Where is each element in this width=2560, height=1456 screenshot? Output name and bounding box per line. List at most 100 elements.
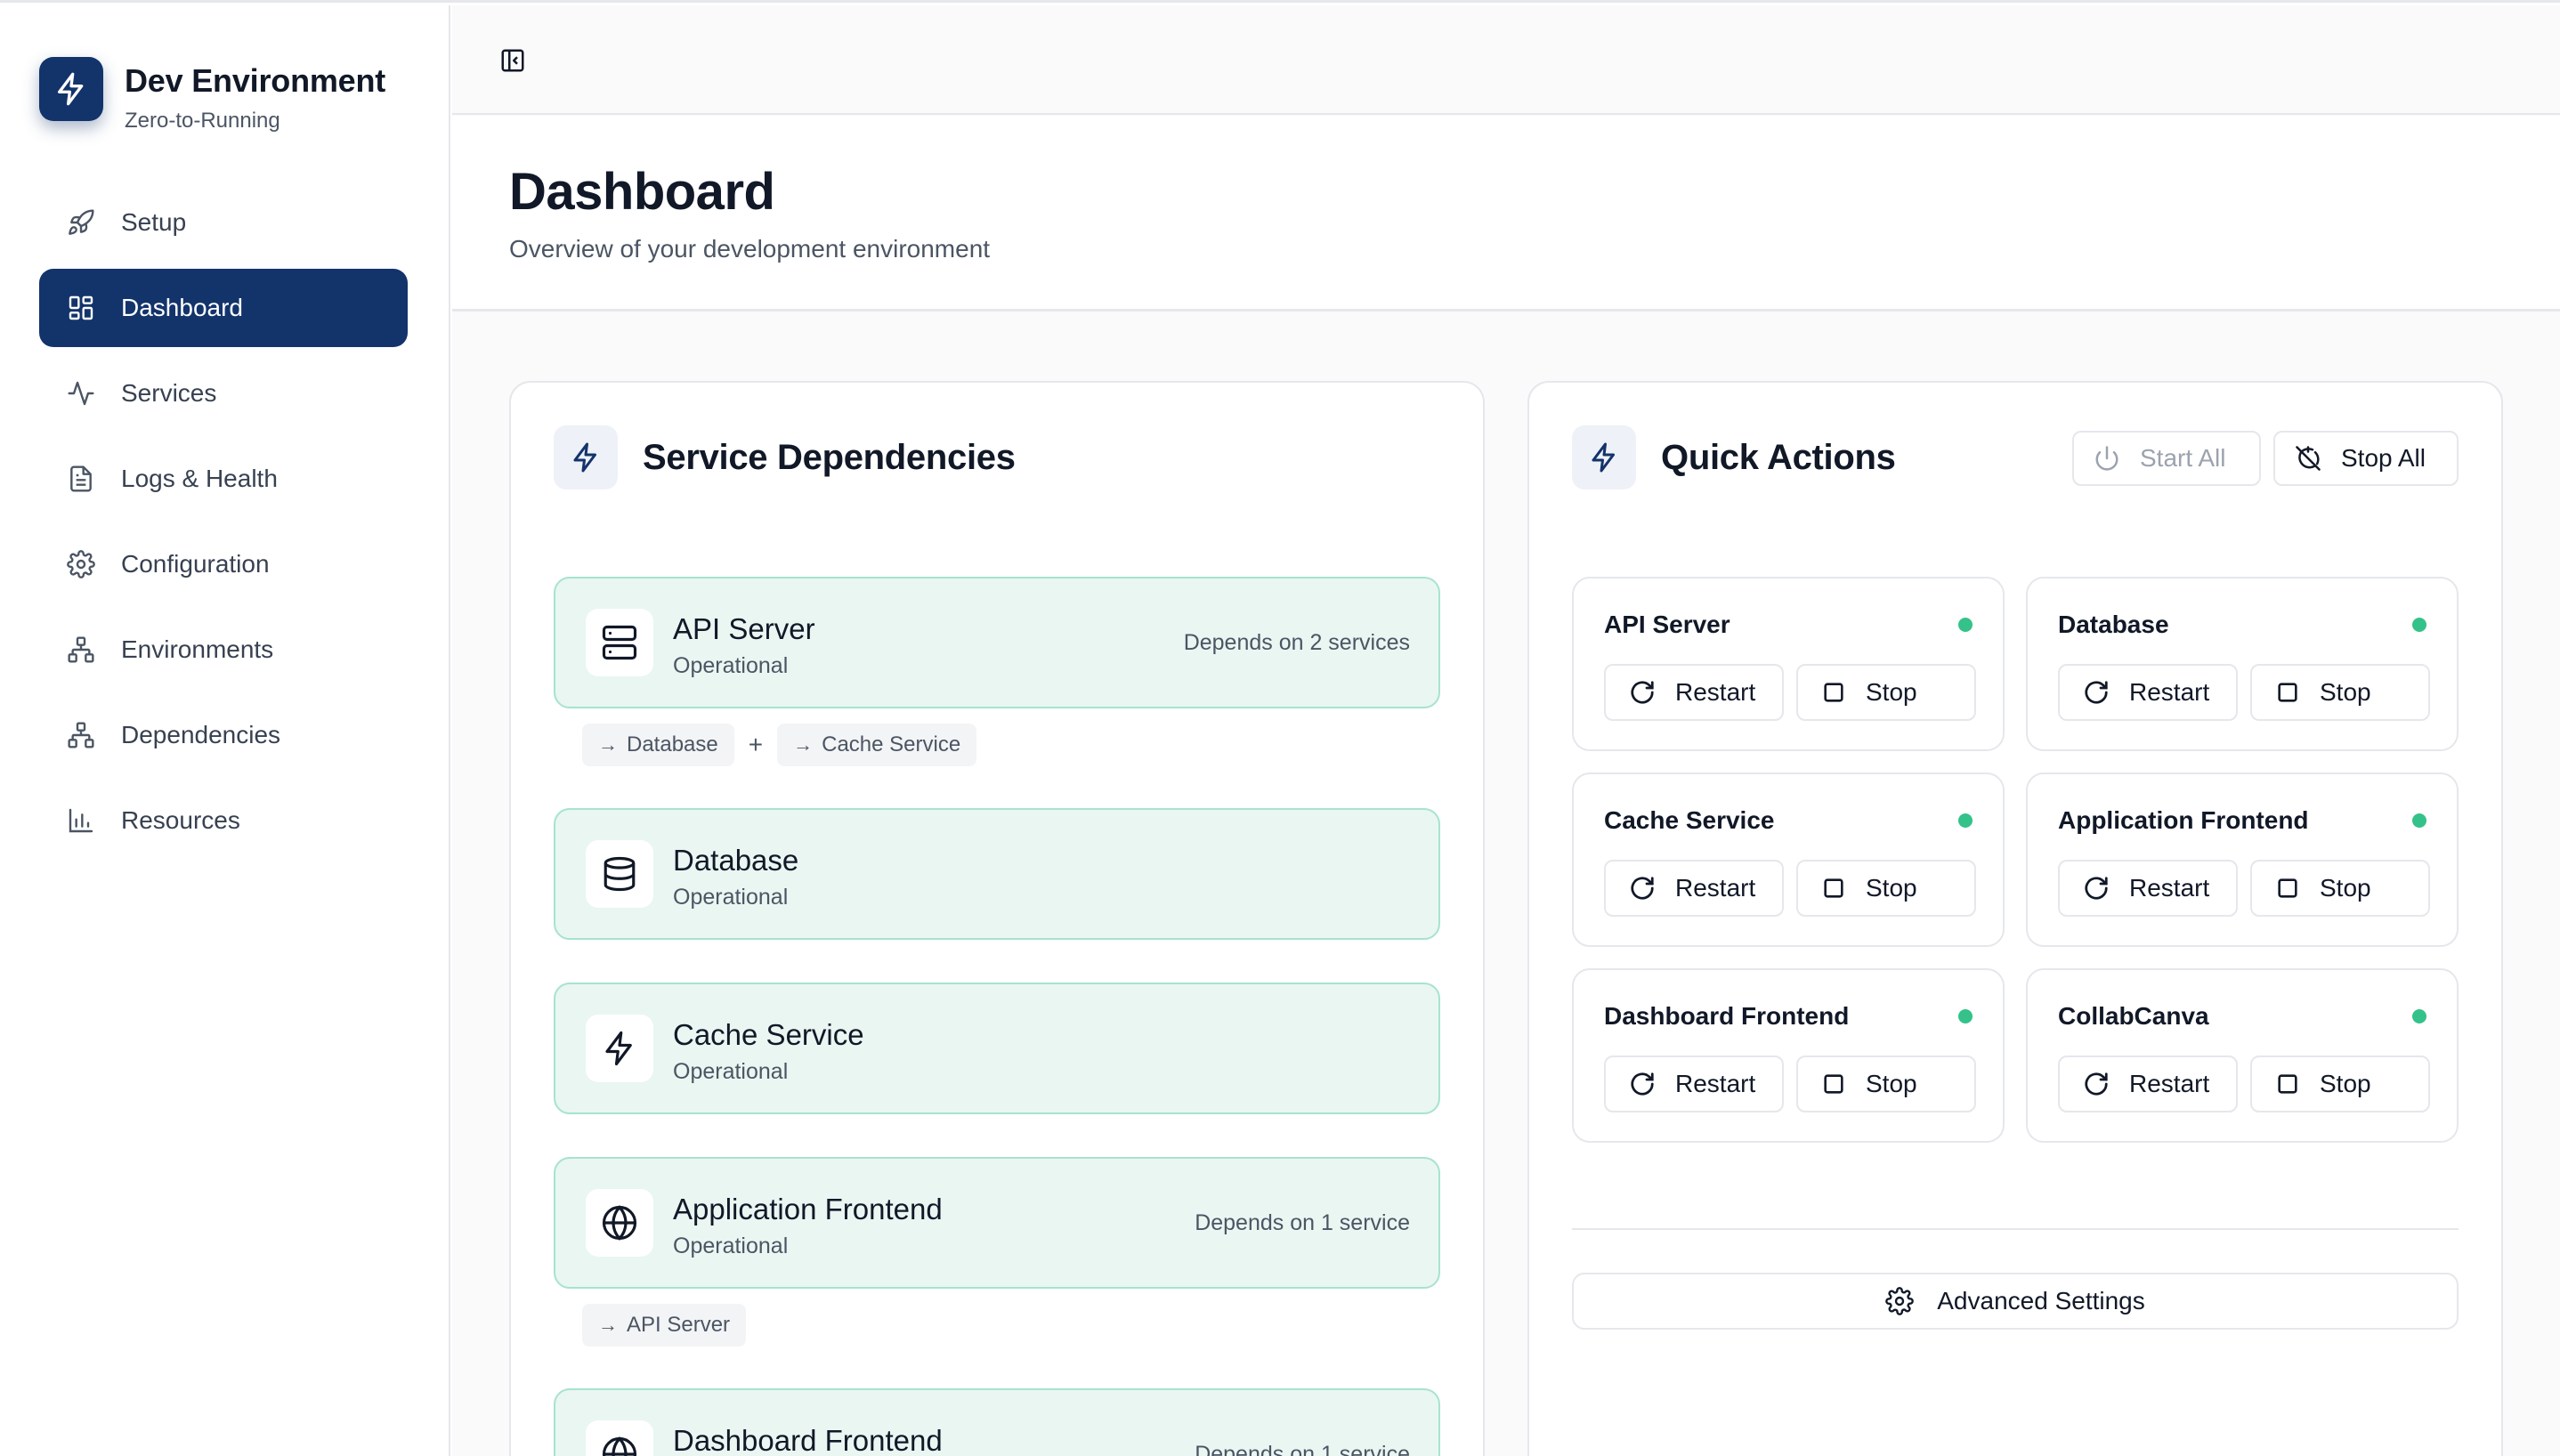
server-icon <box>586 609 653 676</box>
sidebar-item-setup[interactable]: Setup <box>39 183 408 262</box>
restart-button[interactable]: Restart <box>1604 1056 1784 1112</box>
globe-icon <box>586 1420 653 1456</box>
restart-label: Restart <box>1675 1070 1756 1097</box>
square-icon <box>1821 876 1846 901</box>
bar-chart-icon <box>66 805 96 836</box>
sidebar-item-label: Resources <box>121 806 240 834</box>
service-dependencies-card: Service Dependencies API Server Operatio… <box>509 381 1485 1456</box>
dependency-name: Application Frontend <box>673 1193 943 1225</box>
service-tile-application-frontend: Application Frontend Restart Stop <box>2026 772 2459 947</box>
sidebar-item-configuration[interactable]: Configuration <box>39 525 408 603</box>
service-tile-collabcanva: CollabCanva Restart Stop <box>2026 968 2459 1143</box>
sidebar-item-label: Dependencies <box>121 721 281 748</box>
restart-button[interactable]: Restart <box>1604 664 1784 721</box>
restart-button[interactable]: Restart <box>2058 1056 2238 1112</box>
dependency-chip[interactable]: → Cache Service <box>777 724 977 766</box>
stop-button[interactable]: Stop <box>2250 1056 2430 1112</box>
zap-icon <box>39 57 103 121</box>
dependency-count: Depends on 1 service <box>1195 1442 1410 1456</box>
stop-button[interactable]: Stop <box>1796 664 1976 721</box>
advanced-settings-button[interactable]: Advanced Settings <box>1572 1273 2459 1330</box>
restart-label: Restart <box>2129 1070 2210 1097</box>
dependency-count: Depends on 2 services <box>1183 630 1410 655</box>
restart-icon <box>1629 875 1656 902</box>
restart-button[interactable]: Restart <box>2058 860 2238 917</box>
start-all-label: Start All <box>2140 444 2226 472</box>
status-dot <box>2412 813 2426 828</box>
dependency-item-dashboard-frontend[interactable]: Dashboard Frontend Depends on 1 service <box>554 1388 1440 1456</box>
chip-label: Cache Service <box>822 732 961 756</box>
zap-icon <box>586 1015 653 1082</box>
sidebar-toggle-icon[interactable] <box>497 44 529 77</box>
service-name: Dashboard Frontend <box>1604 1002 1850 1030</box>
sidebar-item-environments[interactable]: Environments <box>39 611 408 689</box>
gear-icon <box>66 549 96 579</box>
page-subtitle: Overview of your development environment <box>509 235 991 263</box>
service-name: Application Frontend <box>2058 806 2309 834</box>
dependency-item-api-server[interactable]: API Server Operational Depends on 2 serv… <box>554 577 1440 708</box>
sidebar-item-label: Setup <box>121 208 187 236</box>
square-icon <box>2275 680 2300 705</box>
stop-button[interactable]: Stop <box>1796 860 1976 917</box>
sidebar-item-logs-health[interactable]: Logs & Health <box>39 440 408 518</box>
restart-icon <box>2083 679 2110 706</box>
sidebar: Dev Environment Zero-to-Running Setup Da… <box>0 5 450 1456</box>
dependency-status: Operational <box>673 885 789 910</box>
power-off-icon <box>2295 445 2321 472</box>
restart-button[interactable]: Restart <box>2058 664 2238 721</box>
file-text-icon <box>66 464 96 494</box>
stop-button[interactable]: Stop <box>1796 1056 1976 1112</box>
service-tile-cache-service: Cache Service Restart Stop <box>1572 772 2005 947</box>
start-all-button[interactable]: Start All <box>2072 431 2261 486</box>
service-name: API Server <box>1604 611 1730 638</box>
app-window: Dev Environment Zero-to-Running Setup Da… <box>0 0 2560 1456</box>
service-tile-dashboard-frontend: Dashboard Frontend Restart Stop <box>1572 968 2005 1143</box>
zap-icon <box>1572 425 1636 489</box>
page-title: Dashboard <box>509 163 775 221</box>
brand-title: Dev Environment <box>125 62 386 99</box>
service-name: Cache Service <box>1604 806 1775 834</box>
dependency-status: Operational <box>673 1059 789 1084</box>
service-tile-database: Database Restart Stop <box>2026 577 2459 751</box>
quick-actions-card: Quick Actions Start All Stop All API Ser… <box>1527 381 2503 1456</box>
database-icon <box>586 840 653 908</box>
arrow-right-icon: → <box>598 1314 618 1336</box>
dependency-item-application-frontend[interactable]: Application Frontend Operational Depends… <box>554 1157 1440 1289</box>
sidebar-item-dashboard[interactable]: Dashboard <box>39 269 408 347</box>
dependency-chip[interactable]: → Database <box>582 724 734 766</box>
status-dot <box>1958 813 1973 828</box>
divider <box>1572 1228 2459 1230</box>
brand: Dev Environment Zero-to-Running <box>39 57 385 133</box>
dependency-name: Database <box>673 844 799 877</box>
stop-all-button[interactable]: Stop All <box>2273 431 2459 486</box>
topbar <box>452 5 2560 115</box>
restart-icon <box>2083 875 2110 902</box>
dependency-item-cache-service[interactable]: Cache Service Operational <box>554 983 1440 1114</box>
stop-label: Stop <box>1866 678 1917 706</box>
sidebar-item-dependencies[interactable]: Dependencies <box>39 696 408 774</box>
stop-button[interactable]: Stop <box>2250 860 2430 917</box>
plus-separator: + <box>748 731 764 758</box>
globe-icon <box>586 1189 653 1257</box>
brand-subtitle: Zero-to-Running <box>125 109 280 133</box>
sidebar-item-resources[interactable]: Resources <box>39 781 408 860</box>
arrow-right-icon: → <box>793 733 814 756</box>
sidebar-nav: Setup Dashboard Services Logs & Health C… <box>39 183 408 867</box>
square-icon <box>2275 1072 2300 1096</box>
layout-grid-icon <box>66 293 96 323</box>
restart-icon <box>1629 1071 1656 1097</box>
dependency-item-database[interactable]: Database Operational <box>554 808 1440 940</box>
dependency-name: Cache Service <box>673 1018 864 1051</box>
sidebar-item-services[interactable]: Services <box>39 354 408 433</box>
rocket-icon <box>66 207 96 238</box>
sidebar-item-label: Configuration <box>121 550 270 578</box>
dependency-chip[interactable]: → API Server <box>582 1304 747 1347</box>
restart-button[interactable]: Restart <box>1604 860 1784 917</box>
chip-label: Database <box>627 732 718 756</box>
dependency-count: Depends on 1 service <box>1195 1210 1410 1235</box>
sidebar-item-label: Logs & Health <box>121 465 278 492</box>
gear-icon <box>1885 1287 1915 1315</box>
stop-label: Stop <box>2320 1070 2371 1097</box>
arrow-right-icon: → <box>598 733 618 756</box>
stop-button[interactable]: Stop <box>2250 664 2430 721</box>
